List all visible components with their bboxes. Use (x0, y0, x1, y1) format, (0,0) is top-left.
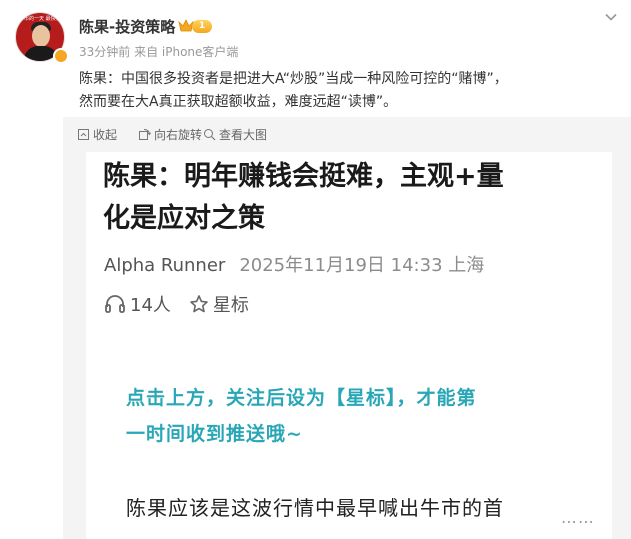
collapse-button[interactable]: 收起 (77, 126, 117, 143)
avatar[interactable]: 牛市的一天 最快让你赚大钱 (15, 12, 69, 64)
image-toolbar: 收起 向右旋转 查看大图 (63, 117, 631, 150)
article-stats: 14人 星标 (104, 291, 249, 317)
rotate-button[interactable]: 向右旋转 (138, 126, 202, 143)
vip-level-badge[interactable]: 1 (178, 18, 214, 34)
view-large-button[interactable]: 查看大图 (203, 126, 267, 143)
article-screenshot[interactable]: 陈果：明年赚钱会挺难，主观+量 化是应对之策 Alpha Runner 2025年… (86, 152, 612, 539)
magnify-icon (204, 129, 216, 141)
star-label: 星标 (212, 295, 249, 316)
chevron-down-icon[interactable] (604, 10, 618, 24)
promo-line-2: 一时间收到推送哦~ (126, 423, 303, 445)
article-author: Alpha Runner (104, 255, 226, 276)
listener-count: 14人 (130, 295, 171, 316)
rotate-label: 向右旋转 (154, 128, 203, 142)
article-source: Alpha Runner 2025年11月19日 14:33 上海 (104, 251, 484, 277)
collapse-label: 收起 (93, 128, 118, 142)
post-text: 陈果：中国很多投资者是把进大A“炒股”当成一种风险可控的“赌博”， 然而要在大A… (79, 68, 619, 114)
view-large-label: 查看大图 (219, 128, 268, 142)
headphones-icon (105, 295, 125, 313)
headline-line-2: 化是应对之策 (103, 203, 265, 234)
follow-promo: 点击上方，关注后设为【星标】，才能第 一时间收到推送哦~ (126, 380, 576, 452)
star-icon (190, 295, 208, 313)
headline-line-1: 陈果：明年赚钱会挺难，主观+量 (103, 161, 504, 192)
post-header: 牛市的一天 最快让你赚大钱 陈果-投资策略 1 33分钟前 来自 iPhone客… (0, 0, 631, 70)
post-text-line-1: 陈果：中国很多投资者是把进大A“炒股”当成一种风险可控的“赌博”， (79, 71, 508, 87)
article-datetime: 2025年11月19日 14:33 上海 (239, 255, 485, 276)
rotate-icon (139, 128, 151, 140)
post-meta: 33分钟前 来自 iPhone客户端 (79, 45, 239, 59)
verified-badge-icon (53, 48, 69, 64)
collapse-icon (78, 129, 89, 140)
vip-level-number: 1 (192, 20, 212, 33)
image-preview-card: 收起 向右旋转 查看大图 陈果：明年赚钱会挺难，主观+量 化是应对之策 Alph… (63, 117, 631, 539)
more-dots: ⋯⋯ (561, 512, 595, 531)
article-headline: 陈果：明年赚钱会挺难，主观+量 化是应对之策 (103, 156, 603, 240)
promo-line-1: 点击上方，关注后设为【星标】，才能第 (126, 387, 477, 409)
post-text-line-2: 然而要在大A真正获取超额收益，难度远超“读博”。 (79, 94, 398, 110)
username-link[interactable]: 陈果-投资策略 (79, 16, 175, 37)
